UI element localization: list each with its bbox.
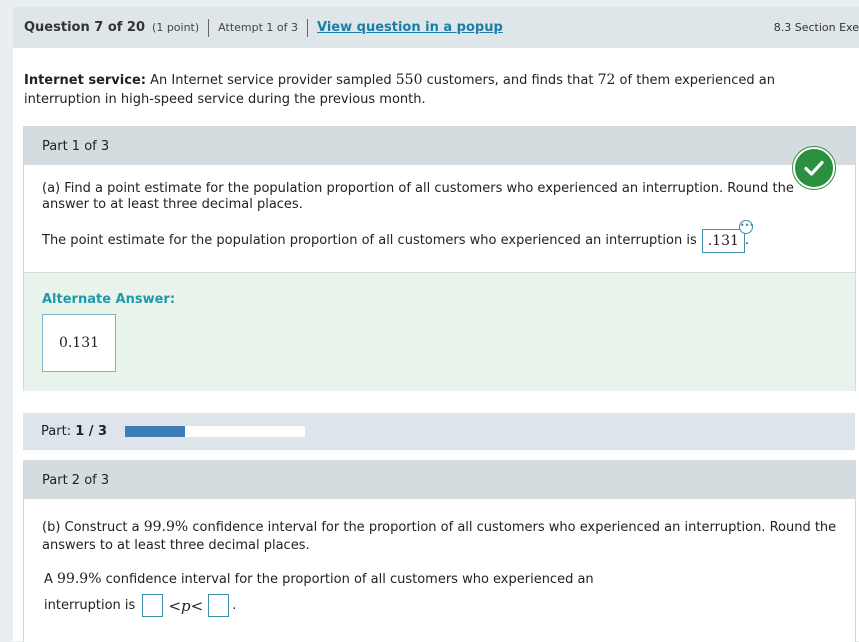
part-1-card: Part 1 of 3 (a) Find a point estimate fo… [23,126,856,391]
header-divider [307,18,308,37]
ci-inputs-line: interruption is <p< . [44,594,837,617]
more-options-icon[interactable]: ••• [738,220,754,234]
part-1-question: (a) Find a point estimate for the popula… [42,181,794,212]
view-popup-link[interactable]: View question in a popup [317,20,503,35]
question-points: (1 point) [152,21,200,34]
ci-label: interruption is [44,597,136,613]
part-1-label: Part 1 of 3 [42,138,110,154]
answer-prefix: The point estimate for the population pr… [42,233,697,248]
inequality: <p< [168,596,204,615]
progress-value: 1 / 3 [75,424,108,439]
page: Question 7 of 20 (1 point) Attempt 1 of … [13,7,859,642]
lower-bound-input[interactable] [142,594,164,617]
part-1-answer-line: The point estimate for the population pr… [42,220,837,253]
part-2-question: (b) Construct a 99.9% confidence interva… [42,519,837,553]
alternate-answer-title: Alternate Answer: [42,292,176,307]
part-2-header: Part 2 of 3 [24,461,855,499]
confidence-level: 99.9% [143,519,189,535]
progress-fill [125,426,186,437]
attempt-counter: Attempt 1 of 3 [218,21,298,34]
alternate-answer-value: 0.131 [58,335,100,351]
question-header: Question 7 of 20 (1 point) Attempt 1 of … [13,7,859,48]
section-label: 8.3 Section Exe [773,21,859,34]
part-2-card: Part 2 of 3 (b) Construct a 99.9% confid… [23,460,856,642]
confidence-level-inline: 99.9% [57,571,102,587]
progress-track [125,426,306,437]
interruption-count: 72 [597,72,616,88]
point-estimate-answer[interactable]: .131 ••• [701,220,754,253]
correct-check-icon [793,147,835,189]
problem-text-b: customers, and finds that [422,73,598,88]
part-1-header: Part 1 of 3 [24,127,855,165]
part-2-label: Part 2 of 3 [42,472,110,488]
part-1-body: (a) Find a point estimate for the popula… [24,165,855,253]
question-number: Question 7 of 20 [24,20,146,35]
part-2-body: (b) Construct a 99.9% confidence interva… [24,499,855,617]
ci-period: . [232,597,237,613]
answer-suffix: . [744,233,750,248]
alternate-answer-panel: Alternate Answer: 0.131 [24,272,855,391]
problem-statement: Internet service: An Internet service pr… [24,71,854,109]
part-progress: Part: 1 / 3 [23,413,855,450]
point-estimate-value: .131 [707,233,739,249]
alternate-answer-box: 0.131 [42,314,116,372]
ci-sentence: A 99.9% confidence interval for the prop… [44,571,594,587]
header-divider [208,18,210,37]
problem-title: Internet service: [24,73,146,88]
progress-label: Part: 1 / 3 [41,424,108,439]
upper-bound-input[interactable] [208,594,230,617]
sample-size: 550 [395,72,423,88]
problem-text-a: An Internet service provider sampled [145,73,396,88]
